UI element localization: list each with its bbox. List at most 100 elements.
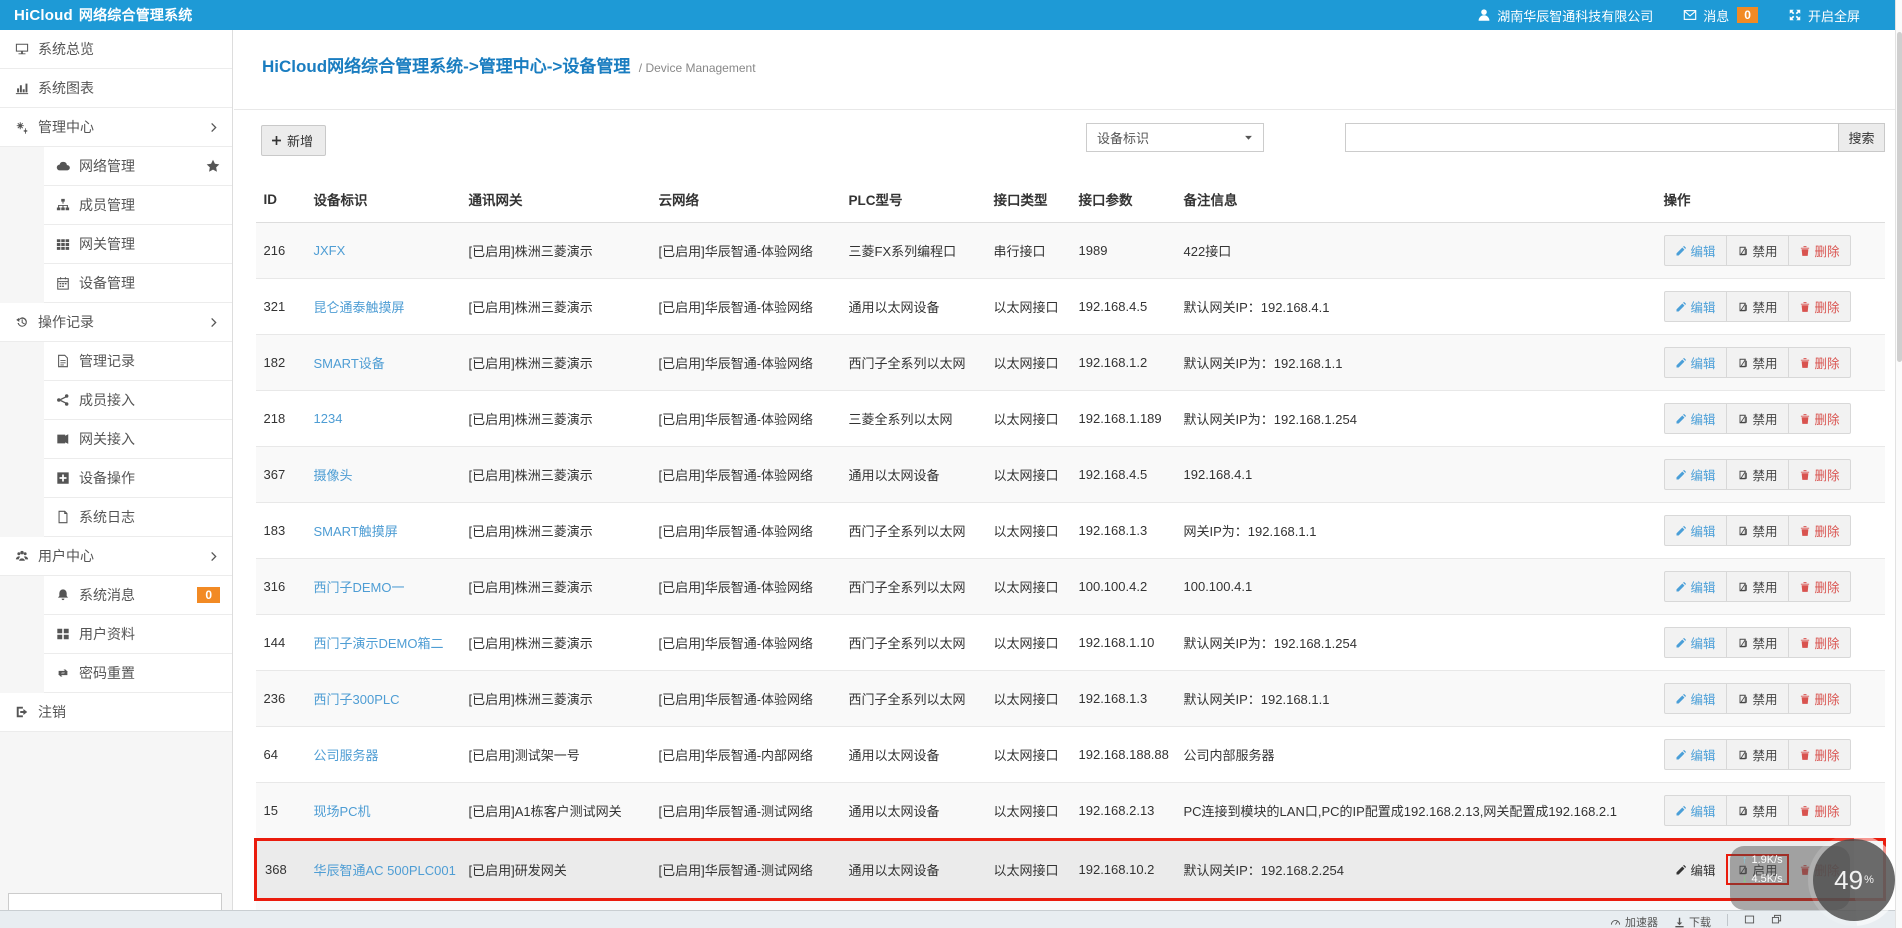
cell-id: 15 — [255, 782, 306, 840]
sidebar-item-system-charts[interactable]: 系统图表 — [0, 69, 232, 108]
edit-button[interactable]: 编辑 — [1665, 796, 1727, 825]
delete-button[interactable]: 删除 — [1789, 628, 1850, 657]
delete-button[interactable]: 删除 — [1789, 460, 1850, 489]
device-link[interactable]: 公司服务器 — [314, 748, 379, 763]
cell-network: [已启用]华辰智通-体验网络 — [650, 278, 841, 335]
sidebar-menu: 系统总览 系统图表管理中心网络管理 成员管理网关管理设备管理 操作记录管理记录成员接入… — [0, 30, 232, 732]
disable-button[interactable]: 禁用 — [1727, 740, 1789, 769]
edit-button[interactable]: 编辑 — [1665, 740, 1727, 769]
delete-button[interactable]: 删除 — [1789, 854, 1850, 885]
edit-button[interactable]: 编辑 — [1665, 348, 1727, 377]
delete-button[interactable]: 删除 — [1789, 572, 1850, 601]
sidebar-item-label: 网关管理 — [79, 236, 135, 252]
edit-button[interactable]: 编辑 — [1665, 292, 1727, 321]
breadcrumb-bar: HiCloud网络综合管理系统->管理中心->设备管理 / Device Man… — [234, 30, 1902, 110]
disable-button[interactable]: 禁用 — [1727, 796, 1789, 825]
disable-button[interactable]: 禁用 — [1727, 516, 1789, 545]
device-link[interactable]: SMART设备 — [314, 356, 385, 371]
disable-button[interactable]: 禁用 — [1727, 236, 1789, 265]
filter-field-select[interactable]: 设备标识 — [1086, 123, 1264, 152]
col-header-network: 云网络 — [650, 176, 841, 223]
sidebar-item-member-access[interactable]: 成员接入 — [44, 381, 232, 420]
sidebar-item-logout[interactable]: 注销 — [0, 693, 232, 732]
trash-icon — [1799, 301, 1811, 313]
window-tool-2[interactable] — [1771, 914, 1782, 925]
delete-button[interactable]: 删除 — [1789, 684, 1850, 713]
add-device-button[interactable]: 新增 — [261, 125, 327, 156]
sidebar-item-label: 管理记录 — [79, 353, 135, 369]
page-scrollbar[interactable] — [1895, 0, 1902, 928]
device-link[interactable]: 1234 — [314, 411, 343, 426]
envelope-icon — [1683, 8, 1697, 22]
edit-button[interactable]: 编辑 — [1665, 404, 1727, 433]
device-link[interactable]: 西门子DEMO一 — [314, 580, 405, 595]
sidebar-item-gateway-mgmt[interactable]: 网关管理 — [44, 225, 232, 264]
sidebar-item-device-mgmt[interactable]: 设备管理 — [44, 264, 232, 303]
edit-button[interactable]: 编辑 — [1665, 854, 1726, 885]
pencil-icon — [1675, 301, 1687, 313]
edit-button[interactable]: 编辑 — [1665, 460, 1727, 489]
delete-button[interactable]: 删除 — [1789, 292, 1850, 321]
device-link[interactable]: 昆仑通泰触摸屏 — [314, 300, 405, 315]
delete-button[interactable]: 删除 — [1789, 404, 1850, 433]
sidebar-item-label: 管理中心 — [38, 119, 94, 135]
download-button[interactable]: 下载 — [1674, 914, 1711, 928]
cell-remark: 公司内部服务器 — [1175, 726, 1656, 783]
sidebar-item-system-message[interactable]: 系统消息 0 — [44, 576, 232, 615]
sidebar-item-device-operation[interactable]: 设备操作 — [44, 459, 232, 498]
sidebar-item-network-mgmt[interactable]: 网络管理 — [44, 147, 232, 186]
delete-button[interactable]: 删除 — [1789, 516, 1850, 545]
sidebar-item-operation-log[interactable]: 操作记录 — [0, 303, 232, 342]
sidebar-item-user-profile[interactable]: 用户资料 — [44, 615, 232, 654]
sidebar-item-admin-log[interactable]: 管理记录 — [44, 342, 232, 381]
fullscreen-button[interactable]: 开启全屏 — [1788, 6, 1860, 25]
col-header-plc: PLC型号 — [840, 176, 986, 223]
device-link[interactable]: SMART触摸屏 — [314, 524, 398, 539]
sidebar-item-admin-center[interactable]: 管理中心 — [0, 108, 232, 147]
disable-button[interactable]: 禁用 — [1727, 628, 1789, 657]
col-header-name: 设备标识 — [305, 176, 461, 223]
delete-button[interactable]: 删除 — [1789, 740, 1850, 769]
device-link[interactable]: 西门子300PLC — [314, 692, 400, 707]
edit-button[interactable]: 编辑 — [1665, 572, 1727, 601]
edit-button[interactable]: 编辑 — [1665, 684, 1727, 713]
messages-label: 消息 — [1703, 8, 1730, 24]
sidebar-item-system-overview[interactable]: 系统总览 — [0, 30, 232, 69]
sidebar-item-user-center[interactable]: 用户中心 — [0, 537, 232, 576]
device-link[interactable]: 摄像头 — [314, 468, 353, 483]
table-header-row: ID 设备标识 通讯网关 云网络 PLC型号 接口类型 接口参数 备注信息 操作 — [255, 176, 1885, 223]
fullscreen-label: 开启全屏 — [1807, 8, 1860, 24]
scrollbar-thumb[interactable] — [1897, 32, 1902, 362]
device-link[interactable]: 西门子演示DEMO箱二 — [314, 636, 444, 651]
disable-button[interactable]: 禁用 — [1727, 460, 1789, 489]
accelerator-button[interactable]: 加速器 — [1610, 914, 1658, 928]
sidebar-item-password-reset[interactable]: 密码重置 — [44, 654, 232, 693]
search-button[interactable]: 搜索 — [1838, 123, 1885, 152]
sidebar-item-member-mgmt[interactable]: 成员管理 — [44, 186, 232, 225]
edit-button[interactable]: 编辑 — [1665, 516, 1727, 545]
device-link[interactable]: JXFX — [314, 243, 346, 258]
search-input[interactable] — [1345, 123, 1838, 152]
delete-button[interactable]: 删除 — [1789, 796, 1850, 825]
cell-plc-model: 西门子全系列以太网 — [840, 670, 986, 727]
company-account[interactable]: 湖南华辰智通科技有限公司 — [1477, 6, 1653, 25]
delete-button[interactable]: 删除 — [1789, 348, 1850, 377]
disable-button[interactable]: 禁用 — [1727, 348, 1789, 377]
window-tool-1[interactable] — [1744, 914, 1755, 925]
disable-button[interactable]: 禁用 — [1727, 404, 1789, 433]
device-link[interactable]: 现场PC机 — [314, 804, 371, 819]
edit-button[interactable]: 编辑 — [1665, 236, 1727, 265]
edit-button[interactable]: 编辑 — [1665, 628, 1727, 657]
disable-button[interactable]: 禁用 — [1727, 292, 1789, 321]
device-link[interactable]: 华辰智通AC 500PLC001 — [314, 863, 456, 878]
disable-button[interactable]: 禁用 — [1727, 684, 1789, 713]
cell-gateway: [已启用]株洲三菱演示 — [460, 446, 651, 503]
sidebar-item-system-log[interactable]: 系统日志 — [44, 498, 232, 537]
delete-button[interactable]: 删除 — [1789, 236, 1850, 265]
sidebar-item-gateway-access[interactable]: 网关接入 — [44, 420, 232, 459]
main-content: HiCloud网络综合管理系统->管理中心->设备管理 / Device Man… — [234, 30, 1902, 928]
disable-button[interactable]: 禁用 — [1727, 572, 1789, 601]
messages-button[interactable]: 消息 0 — [1683, 6, 1758, 25]
enable-button[interactable]: 启用 — [1725, 854, 1789, 885]
trash-icon — [1799, 245, 1811, 257]
